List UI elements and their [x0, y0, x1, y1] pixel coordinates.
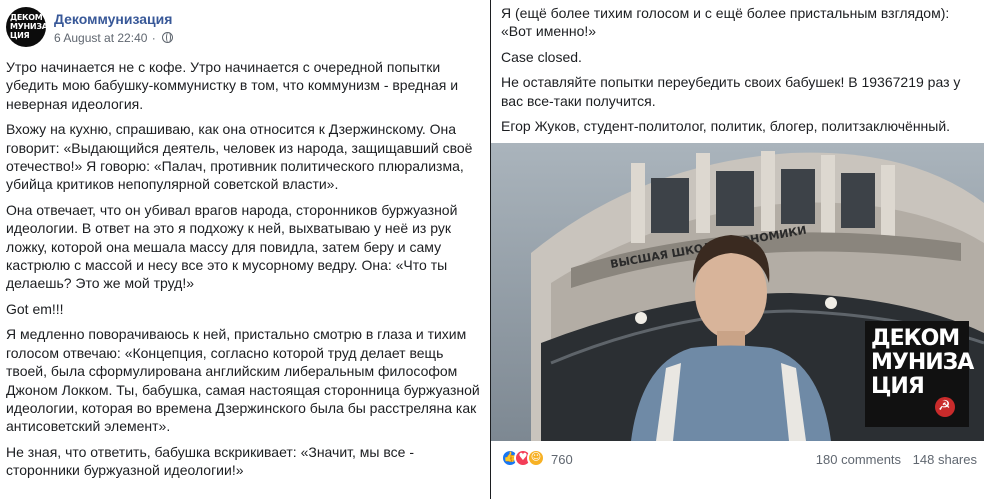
- logo-line: ЦИЯ: [871, 374, 925, 399]
- post-paragraph: Утро начинается не с кофе. Утро начинает…: [6, 59, 459, 112]
- shares-link[interactable]: 148 shares: [913, 452, 977, 467]
- left-panel: ДЕКОМ МУНИЗА ЦИЯ Декоммунизация 6 August…: [0, 0, 490, 499]
- globe-icon[interactable]: [162, 32, 174, 43]
- comments-link[interactable]: 180 comments: [816, 452, 901, 467]
- post-paragraph: Я (ещё более тихим голосом и с ещё более…: [501, 5, 950, 40]
- avatar-logo-line: МУНИЗА: [10, 22, 46, 31]
- post-photo[interactable]: ВЫСШАЯ ШКОЛА ЭКОНОМИКИ ДЕКОМ МУНИЗА ЦИЯ …: [491, 143, 984, 441]
- hammer-sickle-icon: [935, 397, 955, 417]
- avatar[interactable]: ДЕКОМ МУНИЗА ЦИЯ: [6, 7, 46, 47]
- post-meta: 6 August at 22:40 ·: [54, 31, 174, 45]
- logo-line: ДЕКОМ: [871, 326, 960, 351]
- post-paragraph: Я медленно поворачиваюсь к ней, присталь…: [6, 326, 480, 435]
- avatar-logo: ДЕКОМ МУНИЗА ЦИЯ: [10, 13, 46, 40]
- post-paragraph: Егор Жуков, студент-политолог, политик, …: [501, 118, 951, 135]
- avatar-logo-line: ЦИЯ: [10, 31, 30, 40]
- post-footer: 👍 ♥ ☺ 760 180 comments 148 shares: [501, 449, 977, 471]
- reaction-count[interactable]: 760: [551, 452, 573, 467]
- post-timestamp[interactable]: 6 August at 22:40: [54, 31, 147, 45]
- post-header: ДЕКОМ МУНИЗА ЦИЯ Декоммунизация 6 August…: [6, 7, 476, 49]
- post-text: Утро начинается не с кофе. Утро начинает…: [6, 58, 484, 487]
- post-text-continued: Я (ещё более тихим голосом и с ещё более…: [501, 4, 979, 142]
- decommunization-logo: ДЕКОМ МУНИЗА ЦИЯ: [865, 321, 974, 427]
- post-paragraph: Не оставляйте попытки переубедить своих …: [501, 74, 961, 109]
- meta-separator: ·: [151, 31, 156, 45]
- post-paragraph: Она отвечает, что он убивал врагов народ…: [6, 201, 458, 292]
- post-paragraph: Got em!!!: [6, 300, 64, 317]
- haha-icon[interactable]: ☺: [527, 449, 545, 467]
- post-paragraph: Не зная, что ответить, бабушка вскрикива…: [6, 443, 414, 479]
- post-paragraph: Case closed.: [501, 48, 582, 65]
- engagement-counts: 180 comments 148 shares: [808, 452, 977, 467]
- post-paragraph: Вхожу на кухню, спрашиваю, как она относ…: [6, 121, 473, 193]
- avatar-logo-line: ДЕКОМ: [10, 13, 43, 22]
- page-name-link[interactable]: Декоммунизация: [54, 11, 172, 27]
- right-panel: Я (ещё более тихим голосом и с ещё более…: [491, 0, 984, 499]
- logo-line: МУНИЗА: [871, 350, 974, 375]
